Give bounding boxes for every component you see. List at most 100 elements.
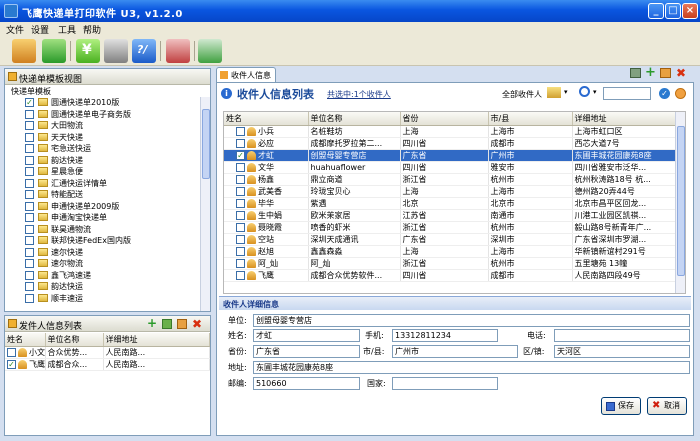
country-field[interactable] xyxy=(392,377,498,390)
template-checkbox[interactable] xyxy=(25,236,34,245)
recipient-row[interactable]: 文华 huahuaflower 四川省 雅安市 四川省雅安市泛华... xyxy=(224,161,676,174)
recipient-scroll-thumb[interactable] xyxy=(677,126,685,276)
template-checkbox[interactable] xyxy=(25,213,34,222)
template-item[interactable]: 鑫飞鸿速递 xyxy=(5,270,199,281)
selection-count[interactable]: 共选中:1个收件人 xyxy=(327,89,391,100)
tools-icon[interactable] xyxy=(166,39,190,63)
recipient-col-name[interactable]: 姓名 xyxy=(224,112,309,126)
template-item[interactable]: 星晨急便 xyxy=(5,166,199,177)
sender-row[interactable]: ✓ 飞鹰 成都合众... 人民南路... xyxy=(5,358,210,371)
recipient-checkbox[interactable] xyxy=(236,126,245,136)
template-item[interactable]: 顺丰速运 xyxy=(5,293,199,304)
template-item[interactable]: 天天快递 xyxy=(5,132,199,143)
province-field[interactable]: 广东省 xyxy=(253,345,360,358)
template-item[interactable]: 申通快递单2009版 xyxy=(5,201,199,212)
recipient-row[interactable]: 武美香 玲珑宝贝心 上海 上海市 德州路20弄44号 xyxy=(224,185,676,198)
template-checkbox[interactable] xyxy=(25,293,34,303)
sender-checkbox[interactable] xyxy=(7,347,16,357)
recipient-checkbox[interactable] xyxy=(236,234,245,244)
template-checkbox[interactable] xyxy=(25,178,34,188)
name-field[interactable]: 才虹 xyxy=(253,329,360,342)
recipient-row[interactable]: 阿_灿 阿_灿 浙江省 杭州市 五里塘苑 13幢 xyxy=(224,257,676,270)
template-checkbox[interactable] xyxy=(25,282,34,291)
recipient-row[interactable]: 生中娟 欧米茉家居 江苏省 南通市 川港工业园区凯祺... xyxy=(224,209,676,222)
template-item[interactable]: 韵达快递 xyxy=(5,155,199,166)
delete-recipient-icon[interactable]: ✖ xyxy=(676,66,686,80)
recipient-manager-icon[interactable] xyxy=(42,39,66,63)
recipient-row[interactable]: 赵旭 鑫鑫森淼 上海 上海市 华新镇新谊村291号 xyxy=(224,245,676,258)
filter-dropdown-icon[interactable]: ▾ xyxy=(564,88,568,96)
sender-manager-icon[interactable] xyxy=(12,39,36,63)
template-checkbox[interactable] xyxy=(25,247,34,257)
add-recipient-icon[interactable]: + xyxy=(645,65,656,80)
template-checkbox[interactable] xyxy=(25,121,34,130)
cancel-button[interactable]: ✖ 取消 xyxy=(647,397,687,415)
printer-setup-icon[interactable] xyxy=(104,39,128,63)
recipient-scrollbar[interactable] xyxy=(675,112,685,293)
recipient-checkbox[interactable] xyxy=(236,222,245,232)
recipient-checkbox[interactable] xyxy=(236,246,245,256)
template-item[interactable]: 特能配送 xyxy=(5,189,199,200)
import-icon[interactable] xyxy=(630,68,641,78)
recipient-row[interactable]: 必应 成都摩托罗拉第二... 四川省 成都市 西芯大道7号 xyxy=(224,137,676,150)
close-button[interactable]: × xyxy=(682,3,698,19)
template-checkbox[interactable] xyxy=(25,109,34,119)
minimize-button[interactable]: _ xyxy=(648,3,664,19)
address-field[interactable]: 东圃丰城花园康苑8座 xyxy=(253,361,690,374)
help-icon[interactable]: ?/ xyxy=(132,39,156,63)
template-checkbox[interactable] xyxy=(25,155,34,165)
recipient-checkbox[interactable] xyxy=(236,270,245,280)
edit-recipient-icon[interactable] xyxy=(660,68,671,78)
template-item[interactable]: 联邦快递FedEx国内版 xyxy=(5,235,199,246)
recipient-row[interactable]: 空站 深圳天成通讯 广东省 深圳市 广东省深圳市罗湖... xyxy=(224,233,676,246)
template-checkbox[interactable] xyxy=(25,270,34,280)
mobile-field[interactable]: 13312811234 xyxy=(392,329,498,342)
template-checkbox[interactable] xyxy=(25,167,34,176)
sender-col-address[interactable]: 详细地址 xyxy=(103,333,210,347)
template-checkbox[interactable] xyxy=(25,132,34,142)
recipient-col-city[interactable]: 市/县 xyxy=(488,112,573,126)
template-item[interactable]: 速尔物流 xyxy=(5,258,199,269)
save-button[interactable]: 保存 xyxy=(601,397,641,415)
template-checkbox[interactable] xyxy=(25,259,34,268)
recipient-checkbox[interactable] xyxy=(236,210,245,220)
sender-row[interactable]: 小文 合众优势... 人民南路... xyxy=(5,346,210,359)
recipient-row[interactable]: 聂晓霞 喷香的虾米 浙江省 杭州市 毅山路8号新青年广... xyxy=(224,221,676,234)
company-field[interactable]: 创盟母婴专营店 xyxy=(253,314,690,327)
template-scrollbar[interactable] xyxy=(200,97,210,311)
zip-field[interactable]: 510660 xyxy=(253,377,360,390)
recipient-checkbox[interactable] xyxy=(236,186,245,196)
recipient-checkbox[interactable]: ✓ xyxy=(236,150,245,160)
district-field[interactable]: 天河区 xyxy=(554,345,690,358)
menu-file[interactable]: 文件 xyxy=(6,23,24,36)
template-item[interactable]: 宅急送快运 xyxy=(5,143,199,154)
template-item[interactable]: 圆通快递单电子商务版 xyxy=(5,109,199,120)
recipient-col-address[interactable]: 详细地址 xyxy=(572,112,676,126)
template-checkbox[interactable] xyxy=(25,190,34,199)
recipient-col-province[interactable]: 省份 xyxy=(400,112,489,126)
all-recipients-label[interactable]: 全部收件人 xyxy=(502,89,542,100)
delete-sender-icon[interactable]: ✖ xyxy=(192,317,202,331)
recipient-col-company[interactable]: 单位名称 xyxy=(308,112,401,126)
template-item[interactable]: 申通淘宝快递单 xyxy=(5,212,199,223)
template-scroll-thumb[interactable] xyxy=(202,109,210,179)
search-dropdown-icon[interactable]: ▾ xyxy=(593,88,597,96)
template-item[interactable]: 大田物流 xyxy=(5,120,199,131)
template-item[interactable]: 联昊通物流 xyxy=(5,224,199,235)
edit-sender-icon[interactable] xyxy=(177,319,187,329)
menu-settings[interactable]: 设置 xyxy=(31,23,49,36)
recipient-row[interactable]: 小兵 名桩鞋坊 上海 上海市 上海市虹口区 xyxy=(224,125,676,138)
maximize-button[interactable]: □ xyxy=(665,3,681,19)
recipient-row[interactable]: 毕华 紫遇 北京 北京市 北京市昌平区回龙... xyxy=(224,197,676,210)
menu-help[interactable]: 帮助 xyxy=(83,23,101,36)
recipient-checkbox[interactable] xyxy=(236,138,245,148)
phone-field[interactable] xyxy=(554,329,690,342)
recipient-checkbox[interactable] xyxy=(236,174,245,184)
sender-col-name[interactable]: 姓名 xyxy=(5,333,46,347)
print-icon[interactable] xyxy=(198,39,222,63)
template-checkbox[interactable]: ✓ xyxy=(25,98,34,107)
city-field[interactable]: 广州市 xyxy=(392,345,518,358)
search-input[interactable] xyxy=(603,87,651,100)
template-checkbox[interactable] xyxy=(25,224,34,234)
save-sender-icon[interactable] xyxy=(162,319,172,329)
